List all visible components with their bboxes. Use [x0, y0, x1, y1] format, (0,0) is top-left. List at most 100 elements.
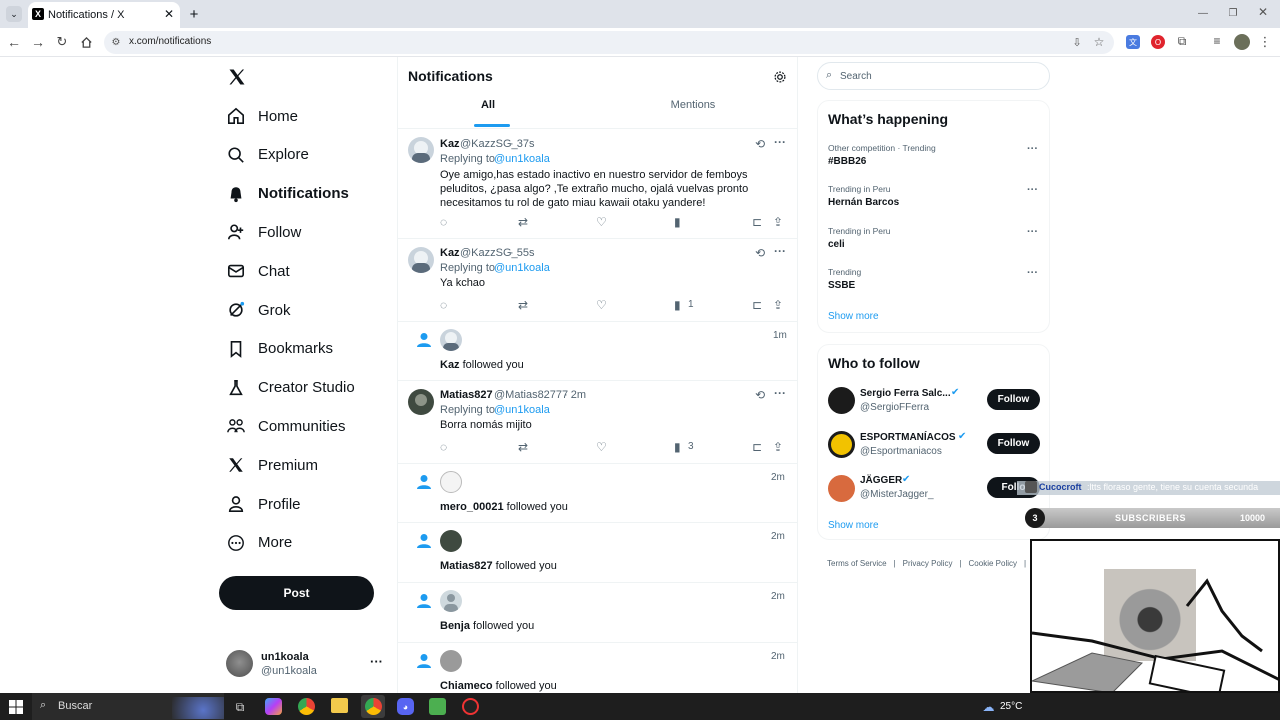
follower-name[interactable]: mero_00021 — [440, 501, 504, 513]
trend-item[interactable]: Trending in Peru celi ··· — [818, 224, 1049, 262]
footer-link[interactable]: Cookie Policy — [969, 559, 1017, 568]
translate-extension-icon[interactable]: 文 — [1126, 35, 1140, 49]
retweet-icon[interactable]: ⇄ — [518, 215, 528, 229]
nav-item-bookmarks[interactable]: Bookmarks — [226, 334, 333, 364]
reply-more-icon[interactable]: ··· — [774, 244, 786, 258]
follow-notification[interactable]: 2m Chiameco followed you — [398, 643, 797, 693]
replying-to-link[interactable]: @un1koala — [494, 262, 550, 274]
follow-notification[interactable]: 2m Benja followed you — [398, 583, 797, 642]
post-button[interactable]: Post — [219, 576, 374, 610]
suggestions-show-more[interactable]: Show more — [828, 520, 879, 531]
replying-to-link[interactable]: @un1koala — [494, 404, 550, 416]
trend-more-icon[interactable]: ··· — [1027, 267, 1038, 279]
window-close-icon[interactable]: ✕ — [1256, 5, 1270, 19]
follow-button[interactable]: Follow — [987, 389, 1040, 410]
reply-more-icon[interactable]: ··· — [774, 135, 786, 149]
footer-link[interactable]: Privacy Policy — [903, 559, 953, 568]
nav-item-chat[interactable]: Chat — [226, 256, 290, 286]
chrome-active-icon[interactable] — [361, 695, 385, 718]
nav-item-creator-studio[interactable]: Creator Studio — [226, 373, 355, 403]
extensions-puzzle-icon[interactable]: ⧉ — [1175, 34, 1189, 48]
follower-avatar[interactable] — [440, 530, 462, 552]
chrome-icon[interactable] — [298, 698, 315, 715]
follower-avatar[interactable] — [440, 650, 462, 672]
url-bar[interactable]: ⚙ x.com/notifications ⇩ ☆ — [104, 31, 1114, 54]
install-app-icon[interactable]: ⇩ — [1070, 35, 1084, 49]
grok-analyze-icon[interactable]: ⟲ — [755, 137, 765, 151]
bookmark-star-icon[interactable]: ☆ — [1092, 35, 1106, 49]
trend-more-icon[interactable]: ··· — [1027, 226, 1038, 238]
copilot-icon[interactable] — [265, 698, 282, 715]
browser-tab[interactable]: X Notifications / X ✕ — [28, 2, 180, 28]
reply-icon[interactable]: ◌ — [440, 298, 447, 312]
new-tab-icon[interactable]: + — [186, 6, 202, 23]
views-icon[interactable]: ▮ — [674, 440, 681, 454]
bookmark-icon[interactable]: ⊏ — [752, 215, 762, 229]
views-icon[interactable]: ▮ — [674, 298, 681, 312]
suggestion-row[interactable]: ESPORTMANÍACOS ✔ @Esportmaniacos Follow — [818, 427, 1051, 467]
bookmark-icon[interactable]: ⊏ — [752, 440, 762, 454]
task-view-icon[interactable]: ⧉ — [232, 699, 248, 715]
minimize-icon[interactable]: — — [1196, 6, 1210, 20]
bookmark-icon[interactable]: ⊏ — [752, 298, 762, 312]
search-input[interactable]: ⌕ Search — [817, 62, 1050, 90]
tab-list-chevron-icon[interactable]: ⌄ — [6, 6, 22, 22]
opera-extension-icon[interactable]: O — [1151, 35, 1165, 49]
nav-item-explore[interactable]: Explore — [226, 140, 309, 170]
share-icon[interactable]: ⇪ — [773, 298, 783, 312]
windows-start-icon[interactable] — [8, 699, 24, 715]
site-info-icon[interactable]: ⚙ — [110, 36, 122, 48]
follow-button[interactable]: Follow — [987, 433, 1040, 454]
like-icon[interactable]: ♡ — [596, 298, 607, 312]
footer-link[interactable]: Terms of Service — [827, 559, 887, 568]
nav-item-follow[interactable]: Follow — [226, 217, 301, 247]
nav-item-notifications[interactable]: Notifications — [226, 179, 349, 209]
profile-avatar-icon[interactable] — [1234, 34, 1250, 50]
retweet-icon[interactable]: ⇄ — [518, 440, 528, 454]
file-explorer-icon[interactable] — [331, 698, 348, 713]
nav-item-home[interactable]: Home — [226, 101, 298, 131]
nav-item-communities[interactable]: Communities — [226, 411, 346, 441]
like-icon[interactable]: ♡ — [596, 215, 607, 229]
home-browser-icon[interactable] — [78, 34, 94, 50]
nav-item-premium[interactable]: Premium — [226, 450, 318, 480]
weather-icon[interactable]: ☁ — [980, 698, 997, 715]
reply-notification[interactable]: Kaz @KazzSG_ · 37s ⟲ ··· Replying to @un… — [398, 129, 797, 237]
follower-name[interactable]: Benja — [440, 620, 470, 632]
restore-icon[interactable]: ❐ — [1226, 6, 1240, 20]
x-logo-icon[interactable] — [226, 66, 248, 88]
reply-icon[interactable]: ◌ — [440, 215, 447, 229]
follower-name[interactable]: Chiameco — [440, 680, 493, 692]
follower-avatar[interactable] — [440, 471, 462, 493]
trend-item[interactable]: Trending SSBE ··· — [818, 265, 1049, 303]
share-icon[interactable]: ⇪ — [773, 440, 783, 454]
grok-analyze-icon[interactable]: ⟲ — [755, 246, 765, 260]
obs-icon[interactable] — [462, 698, 479, 715]
reload-icon[interactable]: ↻ — [54, 34, 70, 50]
follower-avatar[interactable] — [440, 329, 462, 351]
share-icon[interactable]: ⇪ — [773, 215, 783, 229]
browser-menu-icon[interactable]: ⋮ — [1259, 34, 1272, 50]
trend-more-icon[interactable]: ··· — [1027, 184, 1038, 196]
reply-notification[interactable]: Kaz @KazzSG_ · 55s ⟲ ··· Replying to @un… — [398, 239, 797, 321]
trends-show-more[interactable]: Show more — [828, 311, 879, 322]
trend-item[interactable]: Other competition · Trending #BBB26 ··· — [818, 141, 1049, 179]
reply-icon[interactable]: ◌ — [440, 440, 447, 454]
follower-avatar[interactable] — [440, 590, 462, 612]
discord-icon[interactable]: ◕ — [397, 698, 414, 715]
tab-mentions[interactable]: Mentions — [653, 99, 733, 127]
replying-to-link[interactable]: @un1koala — [494, 153, 550, 165]
follow-notification[interactable]: 2m Matias827 followed you — [398, 523, 797, 582]
account-more-icon[interactable]: ··· — [370, 654, 383, 669]
suggestion-row[interactable]: Sergio Ferra Salc... ✔ @SergioFFerra Fol… — [818, 383, 1051, 423]
tab-close-icon[interactable]: ✕ — [164, 7, 174, 21]
reply-author-name[interactable]: Kaz — [440, 247, 460, 259]
tab-all[interactable]: All — [458, 99, 518, 127]
reply-more-icon[interactable]: ··· — [774, 386, 786, 400]
follow-notification[interactable]: 1m Kaz followed you — [398, 322, 797, 380]
back-icon[interactable]: ← — [6, 34, 22, 50]
like-icon[interactable]: ♡ — [596, 440, 607, 454]
grok-analyze-icon[interactable]: ⟲ — [755, 388, 765, 402]
settings-gear-icon[interactable] — [772, 69, 788, 85]
trend-item[interactable]: Trending in Peru Hernán Barcos ··· — [818, 182, 1049, 220]
